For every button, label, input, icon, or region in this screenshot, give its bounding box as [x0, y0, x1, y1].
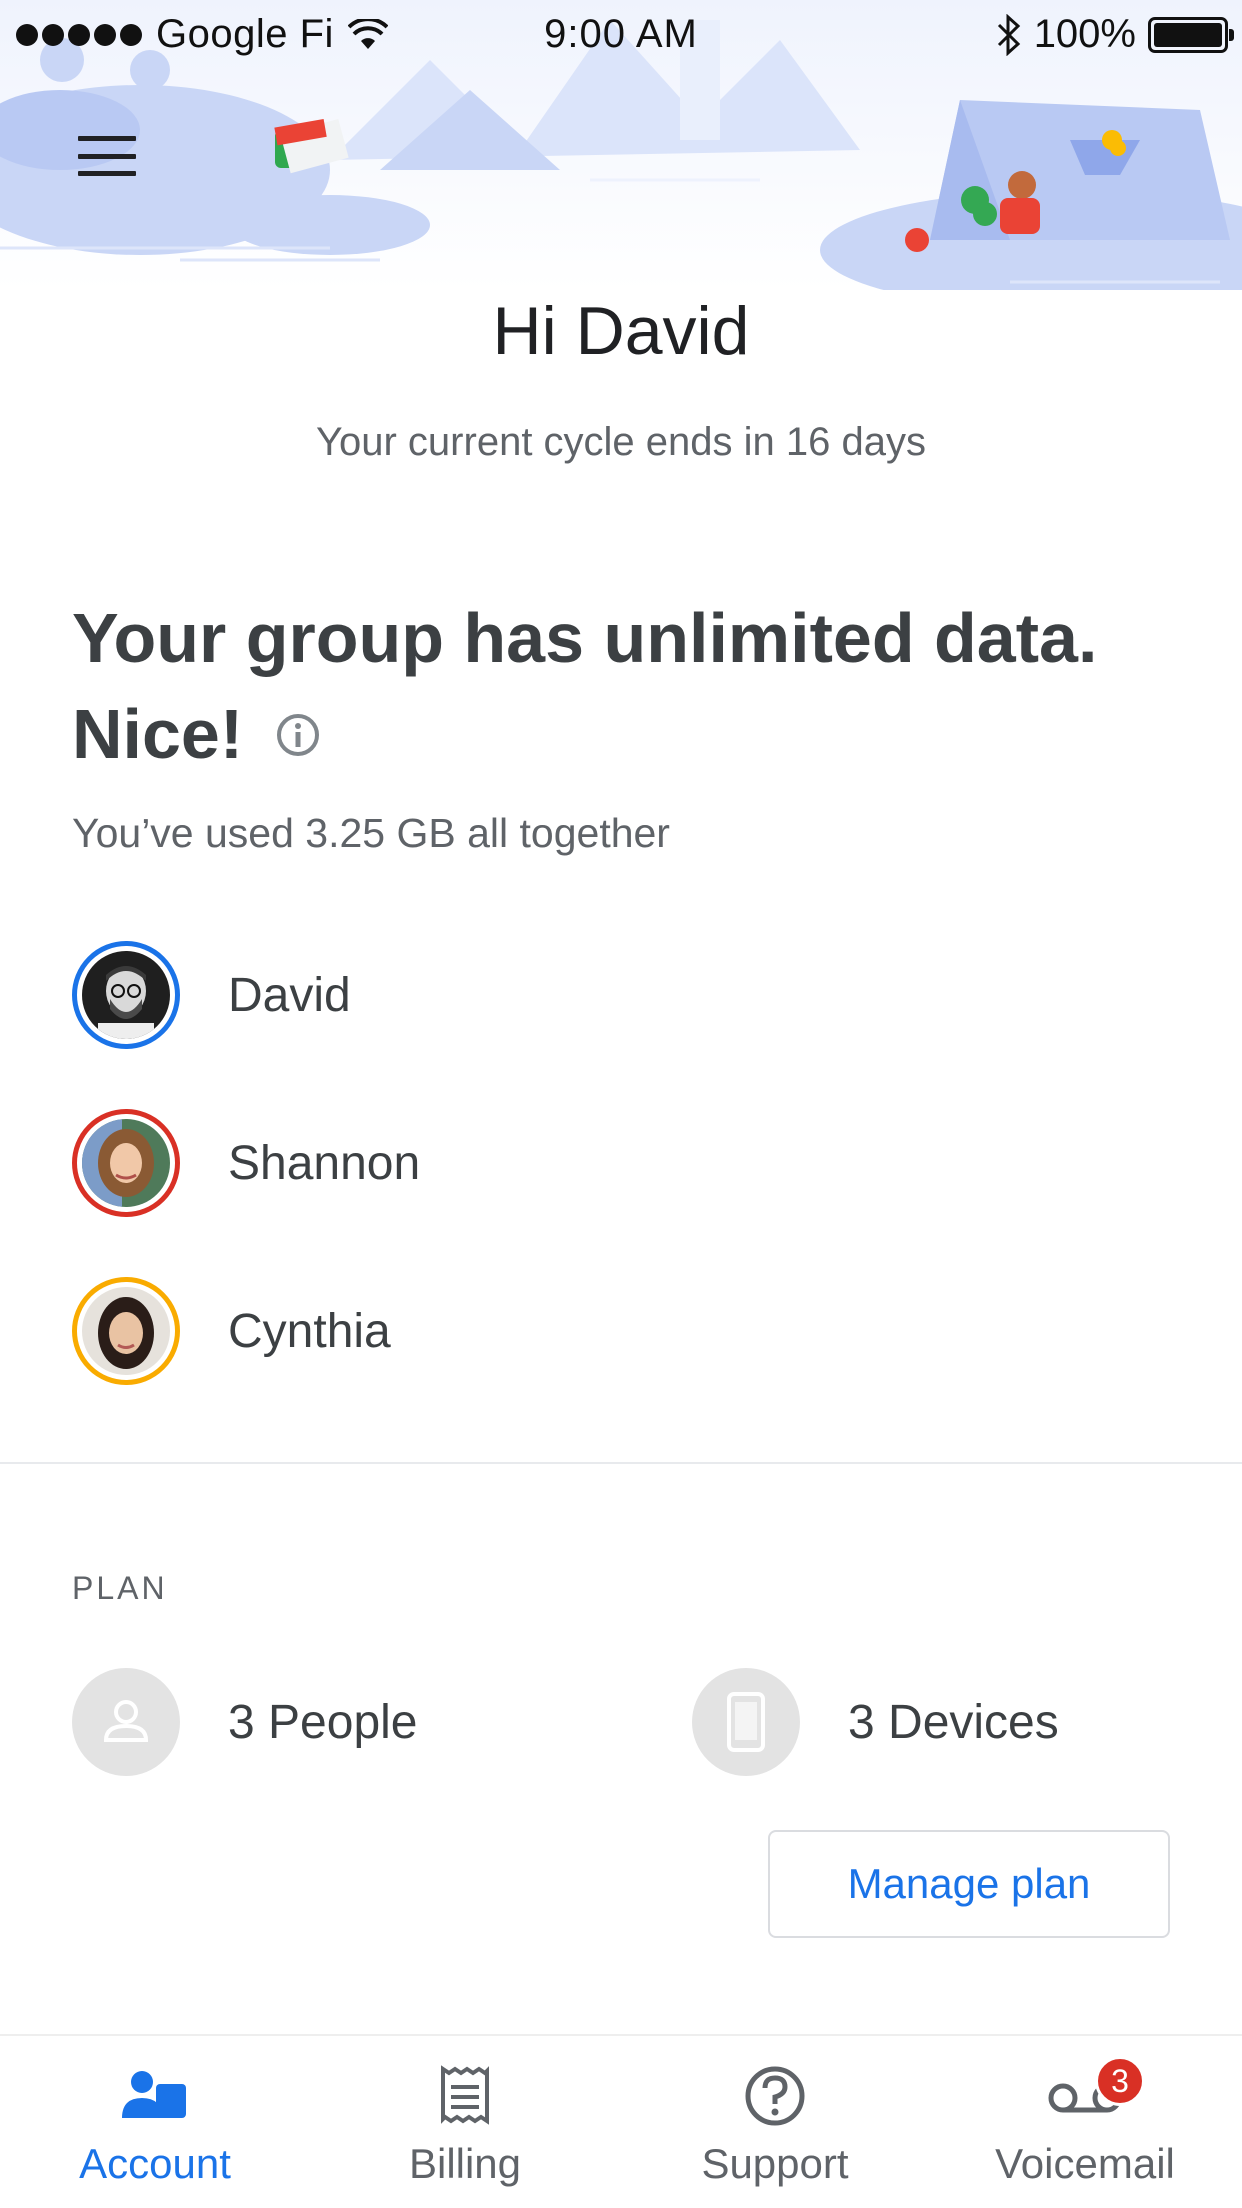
battery-icon: [1148, 16, 1234, 53]
voicemail-icon-wrapper: 3: [930, 2056, 1240, 2128]
avatar-photo-shannon: [82, 1119, 170, 1207]
info-icon[interactable]: [275, 712, 321, 758]
member-name: David: [228, 968, 351, 1022]
bluetooth-icon: [997, 13, 1020, 56]
status-bar: Google Fi 9:00 AM 100%: [0, 0, 1242, 70]
manage-plan-button[interactable]: Manage plan: [768, 1830, 1170, 1938]
hamburger-icon-bar: [78, 171, 136, 176]
member-row[interactable]: Cynthia: [72, 1277, 391, 1385]
tab-support[interactable]: Support: [620, 2036, 930, 2208]
tab-account[interactable]: Account: [0, 2036, 310, 2208]
person-icon: [72, 1668, 180, 1776]
tab-label: Billing: [408, 2140, 522, 2187]
cycle-text: Your current cycle ends in 16 days: [316, 420, 926, 464]
section-divider: [0, 1462, 1242, 1464]
help-icon: [745, 2066, 805, 2126]
account-icon-wrapper: [0, 2064, 310, 2128]
member-name: Shannon: [228, 1136, 421, 1190]
bottom-nav: Account Billing Support 3 Voicemail: [0, 2034, 1242, 2208]
receipt-icon: [441, 2065, 489, 2125]
avatar-photo-cynthia: [82, 1287, 170, 1375]
hamburger-icon-bar: [78, 153, 136, 159]
voicemail-icon-group: 3: [1045, 2056, 1145, 2128]
avatar: [72, 941, 180, 1049]
battery-group: 100%: [996, 12, 1234, 57]
menu-button[interactable]: [78, 136, 136, 176]
data-headline: Your group has unlimited data. Nice!: [72, 590, 1192, 782]
tab-label: Support: [701, 2140, 849, 2187]
member-row[interactable]: Shannon: [72, 1109, 420, 1217]
voicemail-badge: 3: [1095, 2056, 1145, 2106]
phone-icon: [692, 1668, 800, 1776]
avatar: [72, 1109, 180, 1217]
plan-people-text: 3 People: [228, 1695, 418, 1749]
avatar: [72, 1277, 180, 1385]
hamburger-icon: [78, 136, 136, 141]
plan-section-label: PLAN: [72, 1570, 168, 1606]
data-headline-text: Your group has unlimited data. Nice!: [72, 599, 1098, 773]
greeting-title: Hi David: [492, 293, 750, 369]
help-icon-wrapper: [620, 2064, 930, 2128]
member-row[interactable]: David: [72, 941, 351, 1049]
usage-text: You’ve used 3.25 GB all together: [72, 810, 670, 856]
tab-label: Account: [79, 2140, 231, 2187]
tab-billing[interactable]: Billing: [310, 2036, 620, 2208]
battery-percent: 100%: [1033, 12, 1136, 56]
plan-people[interactable]: 3 People: [72, 1668, 418, 1776]
tab-label: Voicemail: [995, 2140, 1175, 2187]
account-icon: [122, 2071, 186, 2118]
tab-voicemail[interactable]: 3 Voicemail: [930, 2036, 1240, 2208]
avatar-photo-david: [82, 951, 170, 1043]
member-name: Cynthia: [228, 1304, 391, 1358]
plan-devices[interactable]: 3 Devices: [692, 1668, 1059, 1776]
receipt-icon-wrapper: [310, 2064, 620, 2128]
plan-devices-text: 3 Devices: [848, 1695, 1059, 1749]
